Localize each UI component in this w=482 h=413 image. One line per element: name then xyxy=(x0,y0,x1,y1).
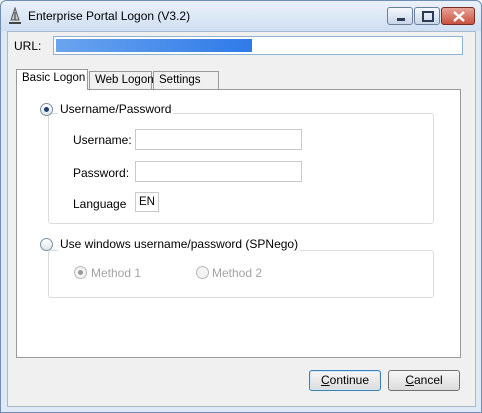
continue-label: ontinue xyxy=(329,373,370,387)
app-logo-icon xyxy=(7,6,23,25)
minimize-button[interactable] xyxy=(387,7,413,25)
method2-label[interactable]: Method 2 xyxy=(212,266,262,280)
tab-settings[interactable]: Settings xyxy=(153,71,219,89)
windows-auth-radio[interactable] xyxy=(40,238,53,251)
username-input[interactable] xyxy=(135,129,302,150)
tab-basic-logon[interactable]: Basic Logon xyxy=(16,69,88,90)
continue-button[interactable]: Continue xyxy=(309,370,381,391)
language-label: Language xyxy=(73,197,127,211)
url-redacted-value xyxy=(56,39,252,52)
maximize-button[interactable] xyxy=(414,7,440,25)
cancel-label: ancel xyxy=(413,373,443,387)
cancel-mnemonic: C xyxy=(405,373,414,387)
cancel-button[interactable]: Cancel xyxy=(388,370,460,391)
password-label: Password: xyxy=(73,166,130,180)
method1-radio[interactable] xyxy=(74,266,87,279)
window-title: Enterprise Portal Logon (V3.2) xyxy=(28,9,191,23)
userpass-radio-label[interactable]: Username/Password xyxy=(58,102,174,116)
windows-auth-radio-label[interactable]: Use windows username/password (SPNego) xyxy=(58,237,301,251)
logon-window: Enterprise Portal Logon (V3.2) URL: Basi… xyxy=(0,0,482,413)
userpass-radio[interactable] xyxy=(40,103,53,116)
method1-label[interactable]: Method 1 xyxy=(91,266,141,280)
continue-mnemonic: C xyxy=(320,373,330,387)
title-bar[interactable]: Enterprise Portal Logon (V3.2) xyxy=(1,1,481,31)
password-input[interactable] xyxy=(135,161,302,182)
url-label: URL: xyxy=(14,39,42,53)
tab-web-logon[interactable]: Web Logon xyxy=(89,71,154,89)
method2-radio[interactable] xyxy=(196,266,209,279)
language-input[interactable]: EN xyxy=(135,192,159,212)
close-button[interactable] xyxy=(441,7,475,25)
url-field[interactable] xyxy=(53,36,463,55)
username-label: Username: xyxy=(73,133,132,147)
